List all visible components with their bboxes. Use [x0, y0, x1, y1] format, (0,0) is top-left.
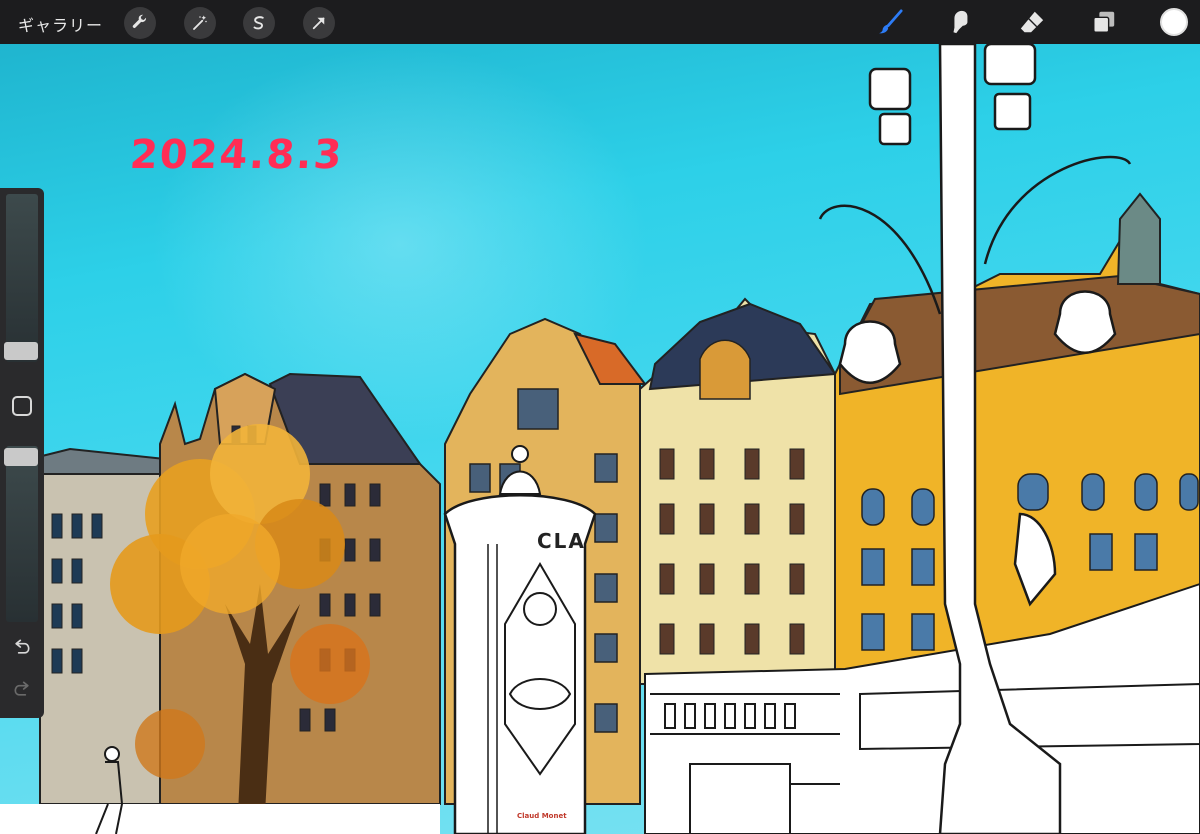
ornate-building — [639, 297, 837, 685]
opacity-slider[interactable] — [6, 446, 38, 622]
actions-wrench-button[interactable] — [124, 7, 156, 39]
gallery-button[interactable]: ギャラリー — [18, 12, 103, 36]
column-poster-text: CLA — [537, 529, 586, 553]
smudge-icon — [953, 10, 968, 34]
layers-icon — [1093, 11, 1115, 33]
brush-size-slider[interactable] — [6, 194, 38, 362]
redo-icon — [14, 681, 29, 696]
top-toolbar: ギャラリー — [0, 0, 1200, 44]
brush-tool-button[interactable] — [874, 6, 906, 38]
undo-icon — [15, 639, 30, 654]
redo-button[interactable] — [10, 678, 34, 700]
undo-button[interactable] — [10, 636, 34, 658]
transform-button[interactable] — [303, 7, 335, 39]
selection-icon — [253, 16, 264, 30]
advertising-column — [443, 445, 597, 834]
modify-square-icon[interactable] — [12, 396, 32, 416]
brush-icon — [878, 9, 903, 34]
adjustments-wand-button[interactable] — [184, 7, 216, 39]
smudge-tool-button[interactable] — [944, 6, 976, 38]
eraser-tool-button[interactable] — [1016, 6, 1048, 38]
brush-size-thumb[interactable] — [4, 342, 38, 360]
left-sidebar — [0, 188, 44, 718]
transform-arrow-icon — [312, 17, 325, 30]
opacity-thumb[interactable] — [4, 448, 38, 466]
handwritten-date: 2024.8.3 — [128, 132, 345, 178]
drawing-canvas[interactable]: 2024.8.3 CLA Claud Monet — [0, 44, 1200, 834]
selection-button[interactable] — [243, 7, 275, 39]
poster-credit: Claud Monet — [517, 812, 567, 820]
color-picker-swatch[interactable] — [1160, 8, 1188, 36]
wrench-icon — [132, 14, 147, 28]
magic-wand-icon — [193, 15, 207, 30]
layers-button[interactable] — [1088, 6, 1120, 38]
eraser-icon — [1020, 11, 1044, 33]
